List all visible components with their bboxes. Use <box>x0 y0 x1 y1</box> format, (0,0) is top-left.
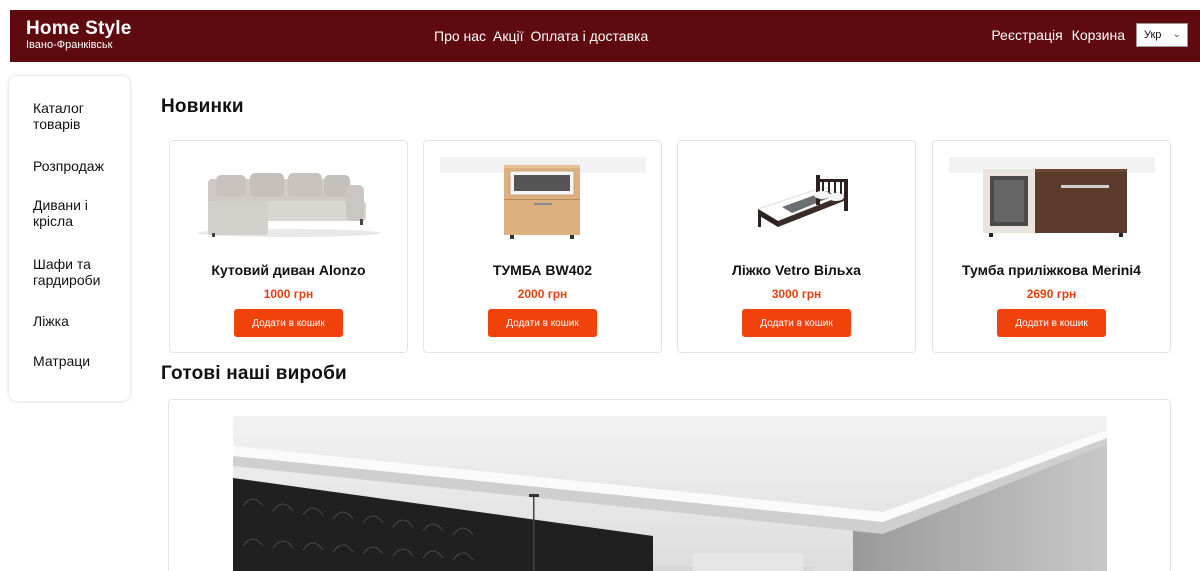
product-name[interactable]: Тумба приліжкова Merini4 <box>933 262 1170 278</box>
category-sidebar: Каталог товарів Розпродаж Дивани і крісл… <box>9 76 130 401</box>
language-value: Укр <box>1144 29 1162 41</box>
top-header: Home Style Івано-Франківськ Про нас Акці… <box>10 10 1200 62</box>
sidebar-item-sale[interactable]: Розпродаж <box>33 158 123 174</box>
nav-link-promotions[interactable]: Акції <box>493 28 523 44</box>
main-nav: Про нас Акції Оплата і доставка <box>434 28 648 44</box>
brand-name: Home Style <box>26 18 132 39</box>
nav-link-about[interactable]: Про нас <box>434 28 486 44</box>
sidebar-item-wardrobes[interactable]: Шафи та гардироби <box>33 256 123 288</box>
nav-link-payment-delivery[interactable]: Оплата і доставка <box>531 28 649 44</box>
add-to-cart-button[interactable]: Додати в кошик <box>488 309 597 337</box>
sidebar-item-sofas[interactable]: Дивани і крісла <box>33 197 123 229</box>
cart-link[interactable]: Корзина <box>1072 27 1125 43</box>
product-price: 1000 грн <box>263 287 314 301</box>
product-price: 2690 грн <box>1026 287 1077 301</box>
product-name[interactable]: Ліжко Vetro Вільха <box>678 262 915 278</box>
sidebar-item-mattresses[interactable]: Матраци <box>33 353 123 369</box>
product-price: 2000 грн <box>517 287 568 301</box>
product-card: Тумба приліжкова Merini4 2690 грн Додати… <box>932 140 1171 353</box>
chevron-down-icon: ⌄ <box>1172 29 1181 40</box>
add-to-cart-button[interactable]: Додати в кошик <box>234 309 343 337</box>
page: Home Style Івано-Франківськ Про нас Акці… <box>0 0 1200 571</box>
sofa-icon[interactable] <box>186 157 392 241</box>
sidebar-item-catalog[interactable]: Каталог товарів <box>33 100 123 132</box>
product-name[interactable]: ТУМБА BW402 <box>424 262 661 278</box>
language-select[interactable]: Укр ⌄ <box>1136 23 1188 47</box>
showcase-panel <box>168 399 1171 571</box>
cabinet-icon[interactable] <box>949 157 1155 241</box>
sidebar-item-beds[interactable]: Ліжка <box>33 313 123 329</box>
nightstand-icon[interactable] <box>440 157 646 241</box>
bed-icon[interactable] <box>694 157 900 241</box>
product-card: Ліжко Vetro Вільха 3000 грн Додати в кош… <box>677 140 916 353</box>
interior-photo[interactable] <box>233 416 1107 571</box>
ready-works-title: Готові наші вироби <box>161 363 347 384</box>
add-to-cart-button[interactable]: Додати в кошик <box>997 309 1106 337</box>
header-actions: Реєстрація Корзина Укр ⌄ <box>991 23 1188 47</box>
product-card: ТУМБА BW402 2000 грн Додати в кошик <box>423 140 662 353</box>
product-card: Кутовий диван Alonzo 1000 грн Додати в к… <box>169 140 408 353</box>
register-link[interactable]: Реєстрація <box>991 27 1062 43</box>
brand-logo[interactable]: Home Style Івано-Франківськ <box>26 19 131 52</box>
brand-city: Івано-Франківськ <box>26 39 113 51</box>
new-items-title: Новинки <box>161 96 244 117</box>
product-name[interactable]: Кутовий диван Alonzo <box>170 262 407 278</box>
add-to-cart-button[interactable]: Додати в кошик <box>742 309 851 337</box>
product-price: 3000 грн <box>771 287 822 301</box>
